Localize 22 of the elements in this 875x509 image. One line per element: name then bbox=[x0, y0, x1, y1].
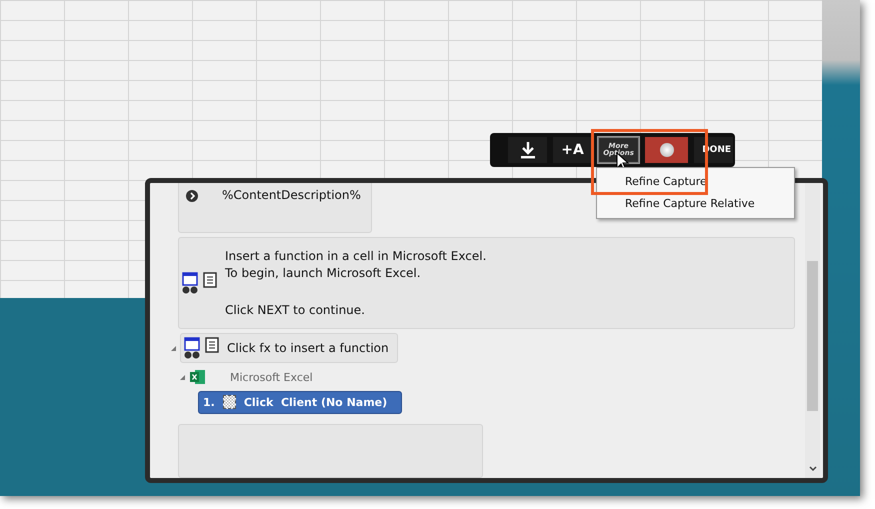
download-icon bbox=[520, 141, 536, 159]
document-icon bbox=[203, 272, 217, 288]
next-icon bbox=[186, 190, 198, 202]
intro-text: Insert a function in a cell in Microsoft Excel. bbox=[225, 248, 486, 265]
step-card[interactable]: Click fx to insert a function bbox=[180, 333, 398, 364]
action-item[interactable]: 1. Click Client (No Name) bbox=[198, 391, 402, 414]
scroll-down-icon[interactable] bbox=[809, 466, 817, 472]
spreadsheet-app-icon bbox=[190, 369, 206, 386]
intro-text: Click NEXT to continue. bbox=[225, 302, 366, 319]
step-text: Click fx to insert a function bbox=[227, 341, 389, 356]
application-name: Microsoft Excel bbox=[230, 370, 313, 384]
content-description: %ContentDescription% bbox=[222, 188, 361, 202]
page-icon bbox=[182, 272, 198, 294]
expand-arrow-icon[interactable] bbox=[180, 374, 185, 380]
scrollbar[interactable] bbox=[805, 183, 820, 478]
download-button[interactable] bbox=[508, 137, 548, 163]
record-button[interactable] bbox=[645, 137, 688, 163]
document-icon bbox=[205, 337, 219, 354]
page-icon bbox=[184, 337, 200, 360]
add-text-button[interactable]: +A bbox=[553, 137, 592, 163]
intro-text: To begin, launch Microsoft Excel. bbox=[225, 264, 422, 282]
menu-item[interactable]: Refine Capture Relative bbox=[597, 193, 794, 215]
